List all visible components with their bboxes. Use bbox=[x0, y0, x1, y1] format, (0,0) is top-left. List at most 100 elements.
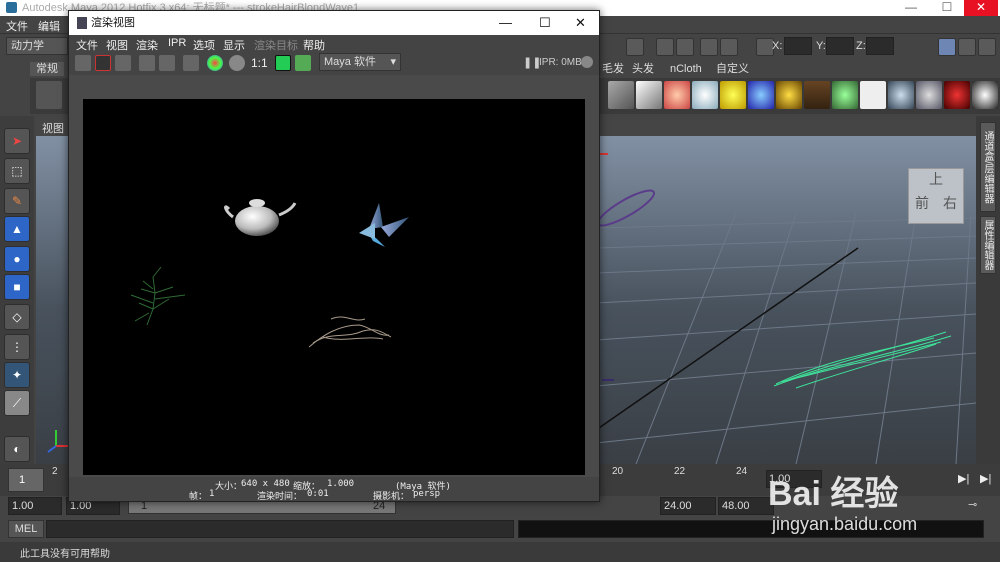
render-settings-icon[interactable] bbox=[700, 38, 718, 56]
shelf-tab-general[interactable]: 常规 bbox=[30, 62, 64, 76]
gold-icon[interactable] bbox=[720, 81, 746, 109]
rv-menu-options[interactable]: 选项 bbox=[193, 37, 215, 53]
ipr-memory-status: IPR: 0MB bbox=[539, 57, 582, 68]
info-camera: persp bbox=[413, 489, 441, 499]
snapshot-icon[interactable] bbox=[115, 55, 131, 71]
grass-icon[interactable] bbox=[832, 81, 858, 109]
channel-box-icon[interactable] bbox=[958, 38, 976, 56]
scale-tool-icon[interactable]: ■ bbox=[4, 274, 30, 300]
hair-icon[interactable] bbox=[804, 81, 830, 109]
menu-edit[interactable]: 编辑 bbox=[38, 18, 60, 34]
start-time-field[interactable]: 1.00 bbox=[8, 497, 62, 515]
shelf-tab-ncloth[interactable]: nCloth bbox=[664, 62, 708, 76]
teapot bbox=[224, 199, 297, 236]
info-size-label: 大小： bbox=[215, 482, 243, 492]
mel-input[interactable] bbox=[46, 520, 514, 538]
rv-maximize-button[interactable]: ☐ bbox=[539, 11, 551, 35]
crystals bbox=[359, 203, 409, 247]
blue-wave-icon[interactable] bbox=[748, 81, 774, 109]
render-image[interactable] bbox=[83, 99, 585, 475]
rgb-channels-icon[interactable] bbox=[183, 55, 199, 71]
tool-settings-icon[interactable] bbox=[978, 38, 996, 56]
red-fur-icon[interactable] bbox=[944, 81, 970, 109]
close-button[interactable]: ✕ bbox=[964, 0, 998, 16]
lasso-tool-icon[interactable]: ⬚ bbox=[4, 158, 30, 184]
viewport-menu-view[interactable]: 视图 bbox=[42, 120, 64, 136]
rv-menu-ipr[interactable]: IPR bbox=[168, 37, 186, 49]
chevron-down-icon: ▾ bbox=[390, 56, 396, 68]
renderer-select[interactable]: Maya 软件 ▾ bbox=[319, 53, 401, 71]
show-manip-icon[interactable]: ✦ bbox=[4, 362, 30, 388]
rv-minimize-button[interactable]: — bbox=[499, 11, 512, 35]
wireframe-object[interactable] bbox=[594, 185, 657, 231]
redo-render-icon[interactable] bbox=[75, 55, 91, 71]
toolbox: ➤ ⬚ ✎ ▲ ● ■ ◇ ⋮ ✦ ⟋ ◐ bbox=[0, 116, 34, 464]
select-tool-icon[interactable]: ➤ bbox=[4, 128, 30, 154]
mode-select[interactable]: 动力学 bbox=[6, 37, 68, 55]
brush-icon[interactable] bbox=[36, 81, 62, 109]
shelf-tab-fur[interactable]: 毛发 bbox=[596, 62, 630, 76]
z-label: Z: bbox=[856, 40, 866, 52]
rv-close-button[interactable]: ✕ bbox=[575, 11, 586, 35]
render-region-icon[interactable] bbox=[95, 55, 111, 71]
rotate-tool-icon[interactable]: ● bbox=[4, 246, 30, 272]
channel-box-tab[interactable]: 通道盒/层编辑器 bbox=[980, 122, 996, 212]
rv-menu-view[interactable]: 视图 bbox=[106, 37, 128, 53]
maximize-button[interactable]: ☐ bbox=[930, 0, 964, 16]
maya-app-icon bbox=[6, 2, 17, 13]
rv-menu-file[interactable]: 文件 bbox=[76, 37, 98, 53]
tree-icon[interactable] bbox=[860, 81, 886, 109]
minimize-button[interactable]: — bbox=[894, 0, 928, 16]
move-tool-icon[interactable]: ▲ bbox=[4, 216, 30, 242]
universal-tool-icon[interactable]: ◇ bbox=[4, 304, 30, 330]
y-field[interactable] bbox=[826, 37, 854, 55]
ground-grid bbox=[595, 212, 976, 464]
view-cube[interactable]: 上 前 右 bbox=[908, 168, 964, 224]
swirl-icon[interactable] bbox=[692, 81, 718, 109]
rv-menu-help[interactable]: 帮助 bbox=[303, 37, 325, 53]
branch-icon[interactable] bbox=[888, 81, 914, 109]
layout-icon[interactable]: ◐ bbox=[4, 436, 30, 462]
paint-select-icon[interactable]: ✎ bbox=[4, 188, 30, 214]
soft-mod-icon[interactable]: ⋮ bbox=[4, 334, 30, 360]
info-frame: 1 bbox=[209, 489, 215, 499]
x-field[interactable] bbox=[784, 37, 812, 55]
ipr-render-icon[interactable] bbox=[676, 38, 694, 56]
z-field[interactable] bbox=[866, 37, 894, 55]
refresh-icon[interactable] bbox=[159, 55, 175, 71]
paint-effects-icon[interactable] bbox=[608, 81, 634, 109]
info-render-time: 0:01 bbox=[307, 489, 329, 499]
alpha-channel-icon[interactable] bbox=[229, 55, 245, 71]
keep-image-icon[interactable] bbox=[275, 55, 291, 71]
shelf-tab-hair[interactable]: 头发 bbox=[626, 62, 660, 76]
menu-file[interactable]: 文件 bbox=[6, 18, 28, 34]
rv-menu-display[interactable]: 显示 bbox=[223, 37, 245, 53]
feather-icon[interactable] bbox=[664, 81, 690, 109]
color-channels-icon[interactable] bbox=[207, 55, 223, 71]
texture-icon[interactable] bbox=[636, 81, 662, 109]
rv-menu-render-target[interactable]: 渲染目标 bbox=[254, 37, 298, 53]
render-icon[interactable] bbox=[656, 38, 674, 56]
ipr-icon[interactable] bbox=[139, 55, 155, 71]
shelf-tab-custom[interactable]: 自定义 bbox=[710, 62, 755, 76]
render-view-title-bar[interactable]: 渲染视图 — ☐ ✕ bbox=[69, 11, 599, 35]
frost-icon[interactable] bbox=[916, 81, 942, 109]
render-view-window[interactable]: 渲染视图 — ☐ ✕ 文件 视图 渲染 IPR 选项 显示 渲染目标 帮助 1:… bbox=[68, 10, 600, 502]
hair-curves[interactable] bbox=[773, 331, 952, 389]
stars-icon[interactable] bbox=[972, 81, 998, 109]
playback-end-field[interactable]: 24.00 bbox=[660, 497, 716, 515]
timeline-tick-2: 2 bbox=[52, 466, 58, 477]
hypershade-icon[interactable] bbox=[720, 38, 738, 56]
panel-layout-icon[interactable] bbox=[938, 38, 956, 56]
spiral-icon[interactable] bbox=[776, 81, 802, 109]
view-cube-front: 前 bbox=[915, 195, 929, 211]
remove-image-icon[interactable] bbox=[295, 55, 311, 71]
render-view-icon[interactable] bbox=[626, 38, 644, 56]
attribute-editor-tab[interactable]: 属性编辑器 bbox=[980, 216, 996, 274]
rv-menu-render[interactable]: 渲染 bbox=[136, 37, 158, 53]
end-time-field[interactable]: 48.00 bbox=[718, 497, 774, 515]
real-size-button[interactable]: 1:1 bbox=[251, 56, 268, 70]
mel-button[interactable]: MEL bbox=[8, 520, 44, 538]
ipr-status-light-icon bbox=[581, 56, 593, 68]
paint-tool-icon[interactable]: ⟋ bbox=[4, 390, 30, 416]
